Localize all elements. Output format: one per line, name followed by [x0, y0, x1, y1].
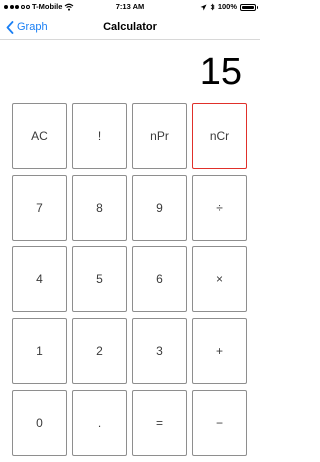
key-equals[interactable]: =	[132, 390, 187, 456]
key-4[interactable]: 4	[12, 246, 67, 312]
key-2[interactable]: 2	[72, 318, 127, 384]
key-3[interactable]: 3	[132, 318, 187, 384]
key-combination[interactable]: nCr	[192, 103, 247, 169]
key-5[interactable]: 5	[72, 246, 127, 312]
key-multiply[interactable]: ×	[192, 246, 247, 312]
key-all-clear[interactable]: AC	[12, 103, 67, 169]
key-7[interactable]: 7	[12, 175, 67, 241]
key-6[interactable]: 6	[132, 246, 187, 312]
key-permutation[interactable]: nPr	[132, 103, 187, 169]
key-0[interactable]: 0	[12, 390, 67, 456]
key-decimal[interactable]: .	[72, 390, 127, 456]
key-plus[interactable]: +	[192, 318, 247, 384]
keypad: AC ! nPr nCr 7 8 9 ÷ 4 5 6 × 1 2 3 + 0 .…	[0, 0, 260, 462]
key-factorial[interactable]: !	[72, 103, 127, 169]
key-1[interactable]: 1	[12, 318, 67, 384]
key-8[interactable]: 8	[72, 175, 127, 241]
key-divide[interactable]: ÷	[192, 175, 247, 241]
key-minus[interactable]: −	[192, 390, 247, 456]
key-9[interactable]: 9	[132, 175, 187, 241]
